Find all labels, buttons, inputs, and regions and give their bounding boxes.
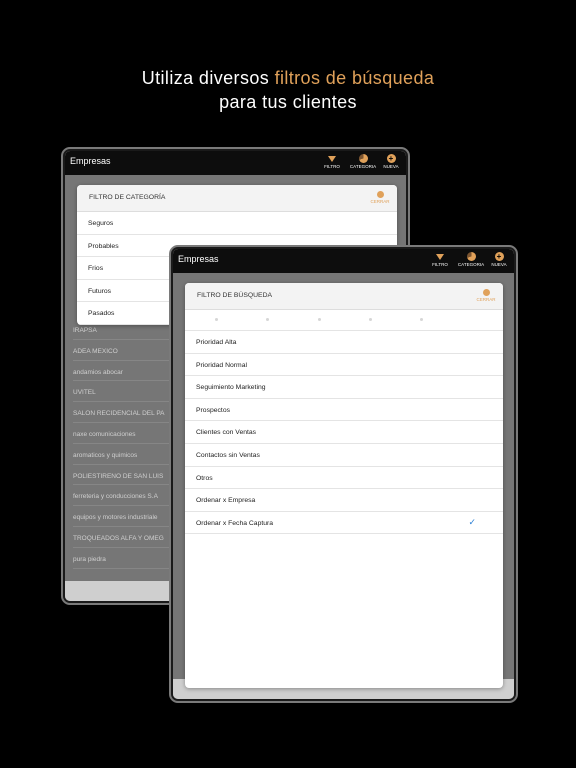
search-filter-option-label: Seguimiento Marketing (196, 384, 266, 392)
back-category-button[interactable]: CATEGORIA (348, 154, 378, 169)
search-filter-option[interactable]: Ordenar x Fecha Captura ✓ (185, 512, 503, 535)
search-popup-header: FILTRO DE BÚSQUEDA CERRAR (185, 283, 503, 310)
checkmark-icon: ✓ (468, 516, 476, 527)
headline-line-1: Utiliza diversos filtros de búsqueda (0, 66, 576, 90)
headline-prefix: Utiliza diversos (141, 68, 275, 88)
promo-headline: Utiliza diversos filtros de búsqueda par… (0, 66, 576, 114)
search-close-label: CERRAR (476, 297, 496, 302)
back-nav-title: Empresas (70, 156, 111, 166)
company-list-item[interactable]: ADEA MEXICO (73, 340, 183, 361)
category-close-label: CERRAR (370, 199, 390, 204)
search-filter-option-label: Prioridad Alta (196, 339, 237, 346)
company-list-item[interactable]: POLIESTIRENO DE SAN LUIS (73, 465, 183, 486)
front-new-label: NUEVA (491, 262, 507, 267)
rating-dots-row (185, 310, 503, 331)
back-new-label: NUEVA (383, 164, 399, 169)
search-filter-option[interactable]: Clientes con Ventas (185, 421, 503, 444)
company-list-item[interactable]: aromaticos y quimicos (73, 444, 183, 465)
company-list-item[interactable]: SALON RECIDENCIAL DEL PA (73, 402, 183, 423)
back-new-button[interactable]: + NUEVA (378, 154, 404, 169)
search-filter-option[interactable]: Ordenar x Empresa (185, 489, 503, 512)
back-filter-label: FILTRO (324, 164, 340, 169)
back-navbar: Empresas FILTRO CATEGORIA + NUEVA (65, 151, 406, 175)
search-filter-option[interactable]: Prospectos (185, 399, 503, 422)
search-popup-title: FILTRO DE BÚSQUEDA (197, 292, 273, 299)
search-filter-option-label: Clientes con Ventas (196, 429, 257, 437)
search-filter-option-label: Otros (196, 474, 213, 482)
company-list-item[interactable]: pura piedra (73, 548, 183, 569)
front-new-button[interactable]: + NUEVA (486, 252, 512, 267)
category-popup-header: FILTRO DE CATEGORÍA CERRAR (77, 185, 397, 212)
close-icon (482, 289, 490, 296)
back-category-label: CATEGORIA (349, 164, 377, 169)
front-category-button[interactable]: CATEGORIA (456, 252, 486, 267)
search-filter-option[interactable]: Contactos sin Ventas (185, 444, 503, 467)
back-filter-button[interactable]: FILTRO (319, 154, 345, 169)
front-category-label: CATEGORIA (457, 262, 485, 267)
close-icon (376, 191, 384, 198)
search-filter-popup: FILTRO DE BÚSQUEDA CERRAR Prioridad Alta… (185, 283, 503, 688)
company-list-item[interactable]: andamios abocar (73, 361, 183, 382)
search-filter-option-label: Ordenar x Empresa (196, 497, 256, 505)
funnel-icon (436, 254, 444, 260)
search-filter-option-label: Ordenar x Fecha Captura (196, 519, 274, 527)
company-list-item[interactable]: equipos y motores industriale (73, 506, 183, 527)
category-popup-title: FILTRO DE CATEGORÍA (89, 194, 166, 201)
company-list-item[interactable]: ferreteria y conducciones S.A (73, 485, 183, 507)
headline-line-2: para tus clientes (219, 92, 357, 112)
company-list-item[interactable]: TROQUEADOS ALFA Y OMEG (73, 527, 183, 548)
search-filter-list: Prioridad Alta Prioridad Normal Seguimient… (185, 331, 503, 535)
company-list-item[interactable]: UVITEL (73, 381, 183, 403)
search-close-button[interactable]: CERRAR (473, 289, 499, 302)
front-filter-button[interactable]: FILTRO (427, 252, 453, 267)
front-filter-label: FILTRO (432, 262, 448, 267)
search-filter-option-label: Prioridad Normal (196, 361, 247, 369)
company-list-item[interactable]: naxe comunicaciones (73, 423, 183, 444)
search-filter-option[interactable]: Seguimiento Marketing (185, 376, 503, 399)
search-filter-option[interactable]: Prioridad Normal (185, 354, 503, 377)
front-nav-title: Empresas (178, 254, 219, 264)
front-device: Empresas FILTRO CATEGORIA + NUEVA FILTRO … (169, 245, 518, 703)
funnel-icon (328, 156, 336, 162)
headline-accent: filtros de búsqueda (274, 68, 435, 88)
company-list: IRAPSA ADEA MEXICO andamios abocar UVITEL SA… (73, 319, 183, 569)
pie-chart-icon (466, 252, 476, 261)
plus-icon: + (386, 154, 396, 163)
category-option[interactable]: Seguros (77, 212, 397, 235)
front-navbar: Empresas FILTRO CATEGORIA + NUEVA (173, 249, 514, 273)
category-close-button[interactable]: CERRAR (367, 191, 393, 204)
search-filter-option[interactable]: Otros (185, 467, 503, 490)
front-screen: Empresas FILTRO CATEGORIA + NUEVA FILTRO … (173, 249, 514, 699)
search-filter-option-label: Contactos sin Ventas (196, 451, 260, 459)
pie-chart-icon (358, 154, 368, 163)
search-filter-option-label: Prospectos (196, 406, 231, 414)
search-filter-option[interactable]: Prioridad Alta (185, 331, 503, 354)
plus-icon: + (494, 252, 504, 261)
